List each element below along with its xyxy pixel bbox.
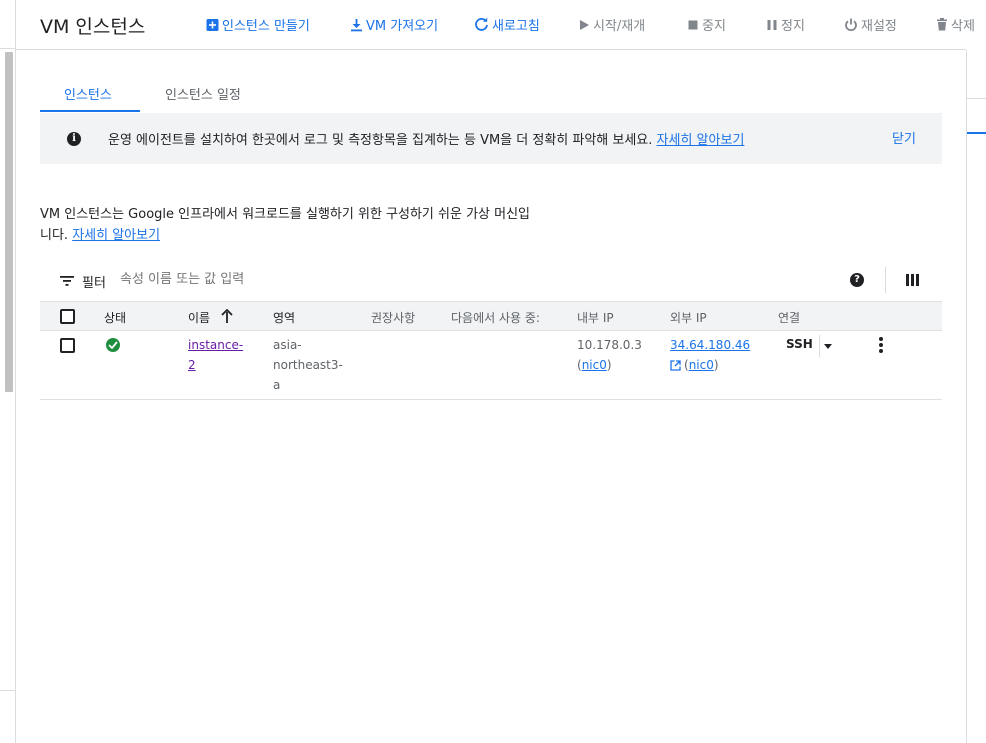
vm-instances-table: 상태 이름 영역 권장사항 다음에서 사용 중: 내부 IP 외부 IP 연결 … (40, 301, 942, 400)
right-panel-tab-indicator (967, 132, 986, 134)
description-line-2-text: 니다. (40, 228, 69, 243)
column-header-recommendation[interactable]: 권장사항 (371, 309, 415, 326)
external-nic: (nic0) (670, 355, 750, 375)
column-header-name-label: 이름 (188, 311, 211, 325)
table-header-row: 상태 이름 영역 권장사항 다음에서 사용 중: 내부 IP 외부 IP 연결 (40, 301, 942, 331)
delete-label: 삭제 (951, 19, 975, 34)
description-learn-more-link[interactable]: 자세히 알아보기 (72, 228, 160, 243)
column-header-status[interactable]: 상태 (104, 309, 126, 326)
page-header: VM 인스턴스 인스턴스 만들기 VM 가져오기 새로고침 시작/재개 중지 정… (16, 0, 975, 50)
stop-icon (688, 20, 698, 29)
ssh-connect-button[interactable]: SSH (786, 337, 813, 351)
help-icon[interactable]: ? (850, 273, 864, 287)
ssh-dropdown-caret-icon[interactable] (824, 344, 832, 349)
reset-button[interactable]: 재설정 (844, 15, 897, 34)
column-display-options-icon[interactable] (906, 274, 919, 286)
banner-dismiss-button[interactable]: 닫기 (892, 128, 916, 147)
create-instance-button[interactable]: 인스턴스 만들기 (206, 15, 310, 34)
play-icon (580, 19, 589, 30)
suspend-label: 정지 (781, 19, 805, 34)
instance-name-link[interactable]: instance- 2 (188, 335, 243, 375)
external-ip-link[interactable]: 34.64.180.46 (670, 335, 750, 355)
refresh-button[interactable]: 새로고침 (474, 15, 540, 34)
refresh-label: 새로고침 (492, 19, 540, 34)
sort-ascending-arrow-icon[interactable] (221, 309, 233, 323)
import-vm-label: VM 가져오기 (366, 19, 439, 34)
column-header-zone[interactable]: 영역 (273, 309, 295, 326)
power-icon (845, 18, 857, 31)
open-in-new-icon (670, 359, 681, 371)
column-header-external-ip[interactable]: 외부 IP (670, 309, 707, 326)
left-navigation-rail (0, 0, 16, 743)
page-description: VM 인스턴스는 Google 인프라에서 워크로드를 실행하기 위한 구성하기… (40, 204, 570, 246)
import-vm-button[interactable]: VM 가져오기 (350, 15, 438, 34)
row-select-checkbox[interactable] (60, 338, 75, 353)
filter-icon[interactable] (60, 276, 74, 286)
refresh-icon (475, 17, 488, 31)
banner-text: 운영 에이전트를 설치하여 한곳에서 로그 및 측정항목을 집계하는 등 VM을… (108, 133, 653, 148)
delete-button[interactable]: 삭제 (936, 15, 975, 34)
stop-label: 중지 (702, 19, 726, 34)
tab-instances[interactable]: 인스턴스 (64, 84, 112, 103)
reset-label: 재설정 (861, 19, 897, 34)
filter-divider (885, 267, 886, 293)
right-panel-divider (967, 98, 986, 99)
select-all-checkbox[interactable] (60, 309, 75, 324)
instance-name-line-2: 2 (188, 358, 196, 372)
zone-line-3: a (273, 378, 281, 392)
start-resume-label: 시작/재개 (593, 19, 646, 34)
external-ip-cell: 34.64.180.46 (nic0) (670, 335, 750, 375)
instance-zone: asia- northeast3- a (273, 335, 343, 395)
trash-icon (937, 18, 947, 31)
stop-button[interactable]: 중지 (687, 15, 726, 34)
add-box-icon (206, 18, 219, 31)
internal-ip-value: 10.178.0.3 (577, 338, 642, 352)
description-line-2: 니다. 자세히 알아보기 (40, 225, 570, 246)
column-header-connect[interactable]: 연결 (778, 309, 800, 326)
more-actions-icon[interactable] (879, 337, 883, 355)
filter-label: 필터 (82, 276, 106, 291)
tab-bar: 인스턴스 인스턴스 일정 (40, 78, 942, 112)
column-header-name[interactable]: 이름 (188, 309, 210, 326)
pause-icon (767, 19, 777, 30)
left-rail-divider (0, 48, 16, 49)
filter-bar: 필터 ? (40, 265, 942, 301)
internal-nic-link[interactable]: nic0 (582, 358, 607, 372)
external-nic-link[interactable]: nic0 (689, 358, 714, 372)
create-instance-label: 인스턴스 만들기 (222, 19, 310, 34)
banner-message: 운영 에이전트를 설치하여 한곳에서 로그 및 측정항목을 집계하는 등 VM을… (108, 129, 744, 148)
ops-agent-banner: i 운영 에이전트를 설치하여 한곳에서 로그 및 측정항목을 집계하는 등 V… (40, 113, 942, 164)
tab-instance-schedule[interactable]: 인스턴스 일정 (165, 84, 241, 103)
zone-line-2: northeast3- (273, 358, 343, 372)
column-header-in-use-by[interactable]: 다음에서 사용 중: (451, 309, 540, 326)
column-header-internal-ip[interactable]: 내부 IP (577, 309, 614, 326)
internal-ip-cell: 10.178.0.3 (nic0) (577, 335, 642, 375)
right-side-panel (966, 50, 986, 743)
instance-name-line-1: instance- (188, 338, 244, 352)
active-tab-indicator (40, 110, 140, 112)
ssh-divider (819, 335, 820, 357)
download-icon (351, 18, 362, 31)
suspend-button[interactable]: 정지 (766, 15, 805, 34)
info-icon: i (67, 132, 81, 146)
start-resume-button[interactable]: 시작/재개 (578, 15, 645, 34)
status-running-icon (106, 338, 120, 352)
zone-line-1: asia- (273, 338, 302, 352)
description-line-1: VM 인스턴스는 Google 인프라에서 워크로드를 실행하기 위한 구성하기… (40, 207, 530, 222)
page-title: VM 인스턴스 (40, 16, 146, 38)
banner-learn-more-link[interactable]: 자세히 알아보기 (657, 133, 745, 148)
table-row: instance- 2 asia- northeast3- a 10.178.0… (40, 331, 942, 400)
internal-nic: (nic0) (577, 358, 612, 372)
filter-input[interactable] (120, 272, 380, 287)
left-rail-divider (0, 690, 16, 691)
left-scrollbar[interactable] (5, 52, 13, 392)
